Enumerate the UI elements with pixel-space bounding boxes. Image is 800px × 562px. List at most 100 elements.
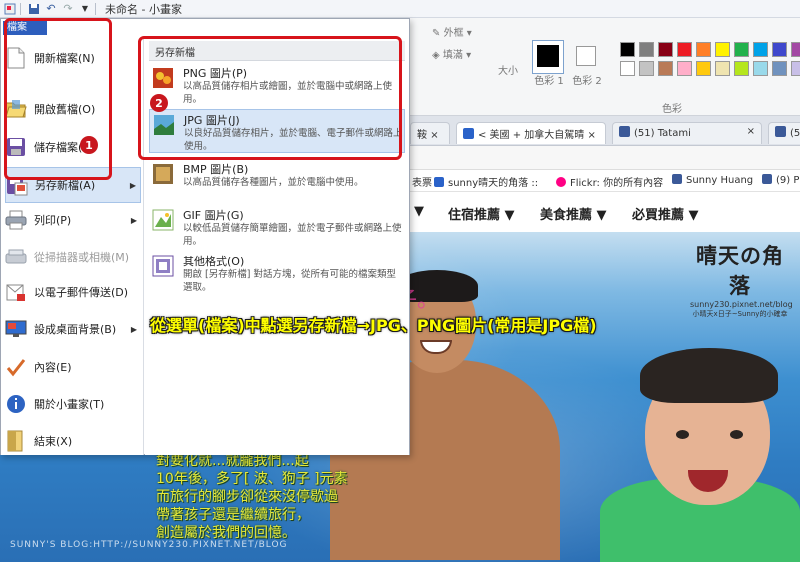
photo-kid-eye [730, 430, 743, 439]
palette-swatch[interactable] [696, 61, 711, 76]
photo-watermark: SUNNY'S BLOG:HTTP://SUNNY230.PIXNET.NET/… [10, 540, 288, 550]
nav-item-lodging[interactable]: 住宿推薦 ▼ [448, 204, 515, 223]
fill-icon: ◈ [432, 50, 440, 61]
blog-nav-bar: ▼ 住宿推薦 ▼ 美食推薦 ▼ 必買推薦 ▼ [410, 192, 800, 232]
flickr-icon [556, 177, 566, 187]
facebook-favicon-icon [672, 174, 682, 184]
printer-icon [5, 209, 27, 231]
color2-swatch[interactable] [576, 46, 596, 66]
close-icon[interactable]: × [430, 130, 438, 141]
photo-poem-text: 對要化就...就朧我們...起 10年後，多了[ 波、狗子 ]元素 而旅行的腳步… [156, 453, 348, 541]
browser-tab-active[interactable]: < 美國 + 加拿大自駕晴 × [456, 122, 606, 144]
browser-tab[interactable]: 鞍 × [410, 122, 450, 144]
photo-kid-eye [676, 430, 689, 439]
save-as-other-formats[interactable]: 其他格式(O) 開啟 [另存新檔] 對話方塊，從所有可能的檔案類型選取。 [149, 251, 405, 295]
palette-swatch[interactable] [734, 42, 749, 57]
step-badge-2: 2 [150, 94, 168, 112]
checkmark-icon [5, 356, 27, 378]
submenu-arrow-icon: ▶ [129, 180, 136, 190]
menu-item-set-desktop-background[interactable]: 設成桌面背景(B) ▶ [5, 312, 141, 346]
palette-swatch[interactable] [639, 42, 654, 57]
palette-swatch[interactable] [658, 42, 673, 57]
facebook-favicon-icon [619, 126, 630, 137]
color1-swatch [537, 45, 559, 67]
blog-logo: 晴天の角落 sunny230.pixnet.net/blog 小晴天x日子~Su… [690, 244, 793, 318]
palette-swatch[interactable] [620, 42, 635, 57]
undo-icon[interactable]: ↶ [44, 2, 58, 15]
bookmark-item[interactable]: (9) P [762, 174, 799, 186]
window-title: 未命名 - 小畫家 [105, 2, 182, 16]
palette-swatch[interactable] [734, 61, 749, 76]
browser-tab-strip: 鞍 × < 美國 + 加拿大自駕晴 × (51) Tatami × (50) [410, 116, 800, 146]
color1-button[interactable] [532, 40, 564, 74]
customize-chevron-icon[interactable]: ▼ [78, 2, 92, 15]
palette-swatch[interactable] [715, 42, 730, 57]
palette-swatch[interactable] [791, 61, 800, 76]
palette-swatch[interactable] [772, 61, 787, 76]
facebook-favicon-icon [775, 126, 786, 137]
palette-swatch[interactable] [753, 42, 768, 57]
step-badge-1: 1 [80, 136, 98, 154]
outline-icon: ✎ [432, 28, 441, 39]
color-palette [620, 42, 800, 76]
browser-tab[interactable]: (50) [768, 122, 800, 144]
menu-item-scanner: 從掃描器或相機(M) [5, 240, 141, 274]
palette-swatch[interactable] [791, 42, 800, 57]
ribbon: ✎ 外框 ▾ ◈ 填滿 ▾ 大小 色彩 1 色彩 2 色彩 [410, 18, 800, 116]
color1-label: 色彩 1 [534, 76, 564, 87]
redo-icon[interactable]: ↷ [61, 2, 75, 15]
title-bar: ↶ ↷ ▼ 未命名 - 小畫家 [0, 0, 800, 18]
save-as-gif[interactable]: GIF 圖片(G) 以較低品質儲存簡單繪圖，並於電子郵件或網路上使用。 [149, 205, 405, 249]
palette-swatch[interactable] [677, 42, 692, 57]
tutorial-caption: 從選單(檔案)中點選另存新檔→JPG、PNG圖片(常用是JPG檔) [150, 316, 597, 335]
submenu-arrow-icon: ▶ [130, 324, 137, 334]
highlight-box-save-as [4, 18, 112, 180]
save-as-bmp[interactable]: BMP 圖片(B) 以高品質儲存各種圖片，並於電腦中使用。 [149, 159, 405, 203]
paint-app-icon[interactable] [3, 2, 17, 15]
nav-item-food[interactable]: 美食推薦 ▼ [540, 204, 607, 223]
toolbar-separator [95, 2, 96, 15]
outline-button[interactable]: ✎ 外框 ▾ [432, 24, 472, 39]
menu-item-print[interactable]: 列印(P) ▶ [5, 203, 141, 237]
palette-swatch[interactable] [696, 42, 711, 57]
photo-kid-hair [640, 348, 778, 403]
highlight-box-formats [138, 36, 402, 160]
close-icon[interactable]: × [587, 130, 595, 141]
bookmark-item[interactable]: sunny晴天的角落 :: [434, 174, 538, 189]
palette-swatch[interactable] [658, 61, 673, 76]
toolbar-separator [20, 2, 21, 15]
nav-dropdown-arrow[interactable]: ▼ [414, 204, 424, 219]
save-icon[interactable] [27, 2, 41, 15]
palette-swatch[interactable] [753, 61, 768, 76]
close-icon[interactable]: × [747, 126, 755, 137]
bookmark-item[interactable]: Sunny Huang [672, 174, 753, 186]
bookmark-item[interactable]: Flickr: 你的所有內容 [556, 174, 663, 189]
palette-swatch[interactable] [620, 61, 635, 76]
browser-tab[interactable]: (51) Tatami × [612, 122, 762, 144]
palette-swatch[interactable] [677, 61, 692, 76]
bmp-image-icon [152, 163, 174, 185]
menu-item-exit[interactable]: 結束(X) [5, 424, 141, 458]
exit-icon [5, 430, 27, 452]
address-bar-area [410, 146, 800, 170]
blog-favicon-icon [463, 128, 474, 139]
menu-item-properties[interactable]: 內容(E) [5, 350, 141, 384]
scanner-icon [5, 246, 27, 268]
palette-swatch[interactable] [772, 42, 787, 57]
email-icon [5, 281, 27, 303]
size-button[interactable]: 大小 [498, 66, 518, 78]
gif-image-icon [152, 209, 174, 231]
nav-item-shopping[interactable]: 必買推薦 ▼ [632, 204, 699, 223]
desktop-background-icon [5, 318, 27, 340]
blog-favicon-icon [434, 177, 444, 187]
menu-item-email[interactable]: 以電子郵件傳送(D) [5, 275, 141, 309]
facebook-favicon-icon [762, 174, 772, 184]
palette-swatch[interactable] [715, 61, 730, 76]
bookmarks-bar: 表票 sunny晴天的角落 :: Flickr: 你的所有內容 Sunny Hu… [410, 170, 800, 192]
menu-item-about[interactable]: 關於小畫家(T) [5, 387, 141, 421]
palette-swatch[interactable] [639, 61, 654, 76]
bookmark-item[interactable]: 表票 [412, 174, 432, 189]
fill-button[interactable]: ◈ 填滿 ▾ [432, 46, 471, 61]
submenu-arrow-icon: ▶ [130, 215, 137, 225]
other-formats-icon [152, 255, 174, 277]
